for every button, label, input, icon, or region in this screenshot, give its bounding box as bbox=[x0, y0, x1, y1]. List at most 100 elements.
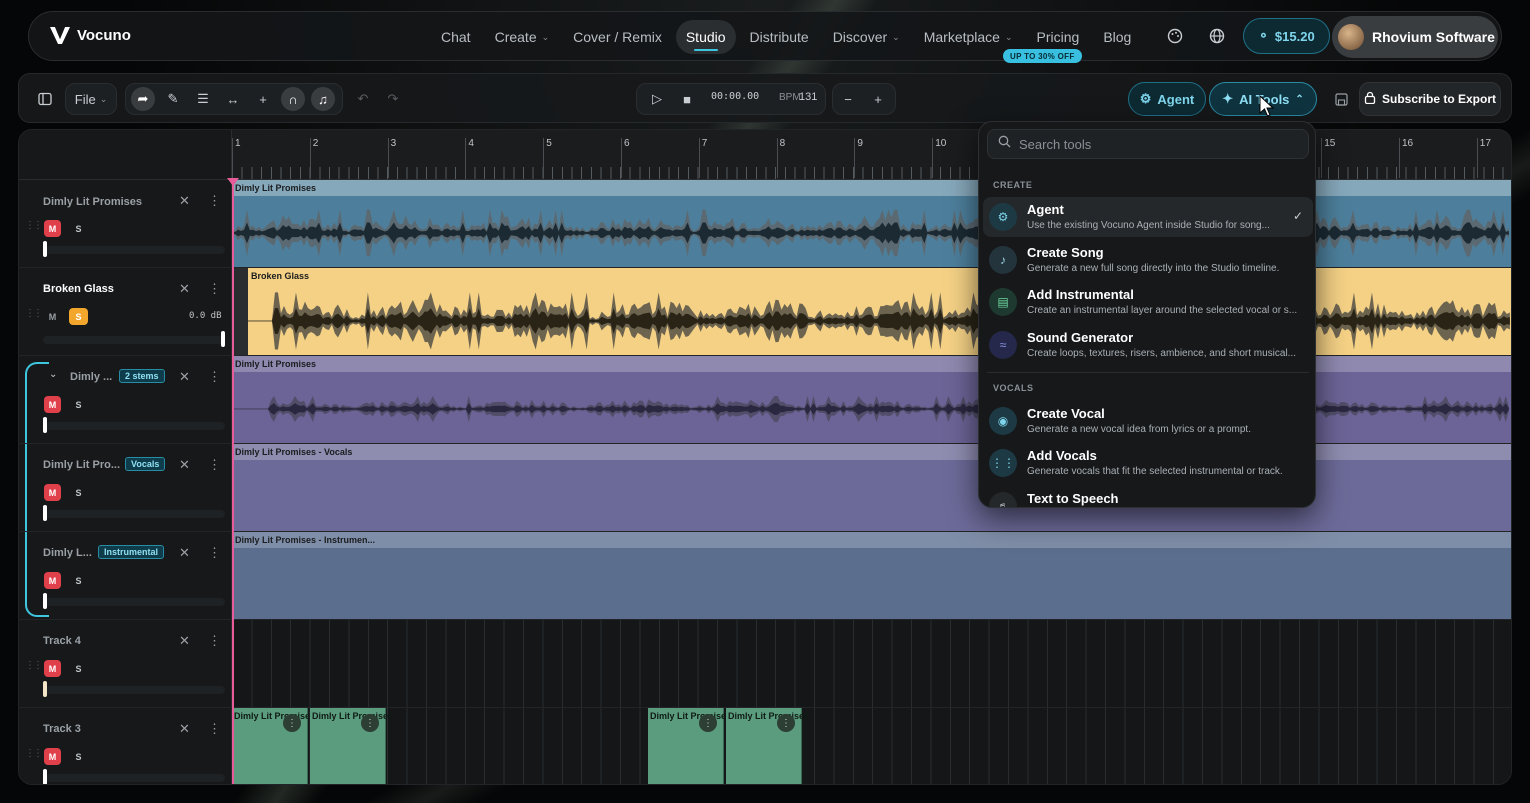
track-header[interactable]: Dimly L... Instrumental ✕ ⋮ M S bbox=[19, 532, 232, 620]
stop-icon[interactable]: ■ bbox=[675, 87, 699, 111]
tool-item-text-to-speech[interactable]: ♬ Text to Speech bbox=[983, 486, 1313, 507]
track3-lane[interactable]: Dimly Lit Promises ⋮ Dimly Lit Promises ⋮ … bbox=[232, 708, 1511, 784]
solo-button[interactable]: S bbox=[69, 748, 88, 765]
track-name[interactable]: Dimly ... bbox=[70, 371, 112, 383]
audio-clip[interactable]: Dimly Lit Promises - Vocals bbox=[232, 444, 1511, 532]
audio-clip[interactable]: Broken Glass bbox=[232, 268, 1511, 356]
mini-clip[interactable]: Dimly Lit Promises ⋮ bbox=[726, 708, 809, 784]
more-menu-icon[interactable]: ⋮ bbox=[361, 714, 379, 732]
playhead[interactable] bbox=[232, 180, 234, 784]
tool-item-sound-generator[interactable]: ≈ Sound Generator Create loops, textures… bbox=[983, 325, 1313, 365]
slider-knob[interactable] bbox=[43, 681, 47, 697]
more-menu-icon[interactable]: ⋮ bbox=[283, 714, 301, 732]
tool-item-create-vocal[interactable]: ◉ Create Vocal Generate a new vocal idea… bbox=[983, 401, 1313, 441]
audio-clip[interactable]: Dimly Lit Promises bbox=[232, 180, 1511, 268]
search-input[interactable] bbox=[1019, 136, 1299, 152]
zoom-out-icon[interactable]: − bbox=[836, 87, 860, 111]
brand-logo[interactable]: Vocuno bbox=[49, 25, 131, 45]
nav-discover[interactable]: Discover ⌄ bbox=[823, 20, 910, 54]
mini-clip[interactable]: Dimly Lit Promises ⋮ bbox=[648, 708, 731, 784]
volume-slider[interactable] bbox=[43, 505, 225, 521]
mute-button[interactable]: M bbox=[44, 484, 61, 501]
mini-clip[interactable]: Dimly Lit Promises ⋮ bbox=[310, 708, 393, 784]
track-name[interactable]: Track 4 bbox=[43, 635, 81, 647]
drag-handle-icon[interactable]: ⋮⋮ bbox=[25, 308, 43, 319]
globe-icon[interactable] bbox=[1206, 25, 1228, 47]
file-menu-button[interactable]: File ⌄ bbox=[69, 86, 113, 112]
nav-blog[interactable]: Blog bbox=[1093, 20, 1141, 54]
palette-icon[interactable] bbox=[1164, 25, 1186, 47]
mute-button[interactable]: M bbox=[44, 748, 61, 765]
volume-slider[interactable] bbox=[43, 769, 225, 784]
more-menu-icon[interactable]: ⋮ bbox=[699, 714, 717, 732]
slider-knob[interactable] bbox=[221, 331, 225, 347]
more-menu-icon[interactable]: ⋮ bbox=[208, 457, 221, 473]
solo-button[interactable]: S bbox=[69, 308, 88, 325]
track-name[interactable]: Broken Glass bbox=[43, 283, 114, 295]
more-menu-icon[interactable]: ⋮ bbox=[777, 714, 795, 732]
solo-button[interactable]: S bbox=[69, 572, 88, 589]
zoom-in-icon[interactable]: + bbox=[866, 87, 890, 111]
slider-knob[interactable] bbox=[43, 417, 47, 433]
volume-slider[interactable] bbox=[43, 593, 225, 609]
add-tool-icon[interactable]: + bbox=[251, 87, 275, 111]
timeline-ruler[interactable]: 1234567891011121314151617 bbox=[232, 130, 1511, 180]
drag-handle-icon[interactable]: ⋮⋮ bbox=[25, 660, 43, 671]
drag-handle-icon[interactable]: ⋮⋮ bbox=[25, 748, 43, 759]
nav-studio[interactable]: Studio bbox=[675, 20, 736, 54]
nav-cover-remix[interactable]: Cover / Remix bbox=[563, 20, 672, 54]
volume-slider[interactable] bbox=[43, 681, 225, 697]
drag-handle-icon[interactable]: ⋮⋮ bbox=[25, 220, 43, 231]
audio-clip[interactable]: Dimly Lit Promises bbox=[232, 356, 1511, 444]
nav-distribute[interactable]: Distribute bbox=[740, 20, 819, 54]
tool-item-create-song[interactable]: ♪ Create Song Generate a new full song d… bbox=[983, 240, 1313, 280]
mute-button[interactable]: M bbox=[44, 220, 61, 237]
mixer-tool-icon[interactable]: ☰ bbox=[191, 87, 215, 111]
playhead-marker[interactable] bbox=[227, 178, 239, 186]
tool-item-add-vocals[interactable]: ⋮⋮ Add Vocals Generate vocals that fit t… bbox=[983, 443, 1313, 483]
undo-icon[interactable]: ↶ bbox=[351, 87, 375, 111]
mute-button[interactable]: M bbox=[44, 396, 61, 413]
more-menu-icon[interactable]: ⋮ bbox=[208, 721, 221, 737]
mute-button[interactable]: M bbox=[44, 308, 61, 325]
chevron-down-icon[interactable]: ⌄ bbox=[49, 369, 57, 380]
empty-lane[interactable] bbox=[232, 620, 1511, 708]
search-box[interactable] bbox=[987, 129, 1309, 159]
more-menu-icon[interactable]: ⋮ bbox=[208, 193, 221, 209]
close-icon[interactable]: ✕ bbox=[179, 369, 190, 385]
volume-slider[interactable] bbox=[43, 331, 225, 347]
solo-button[interactable]: S bbox=[69, 396, 88, 413]
solo-button[interactable]: S bbox=[69, 660, 88, 677]
redo-icon[interactable]: ↷ bbox=[381, 87, 405, 111]
mute-button[interactable]: M bbox=[44, 572, 61, 589]
audio-clip[interactable]: Dimly Lit Promises - Instrumen... bbox=[232, 532, 1511, 620]
more-menu-icon[interactable]: ⋮ bbox=[208, 633, 221, 649]
more-menu-icon[interactable]: ⋮ bbox=[208, 545, 221, 561]
play-icon[interactable]: ▷ bbox=[645, 87, 669, 111]
mute-button[interactable]: M bbox=[44, 660, 61, 677]
save-icon[interactable] bbox=[1326, 84, 1356, 114]
metronome-icon[interactable]: ♫ bbox=[311, 87, 335, 111]
solo-button[interactable]: S bbox=[69, 484, 88, 501]
close-icon[interactable]: ✕ bbox=[179, 545, 190, 561]
volume-slider[interactable] bbox=[43, 241, 225, 257]
close-icon[interactable]: ✕ bbox=[179, 721, 190, 737]
sidebar-toggle-icon[interactable] bbox=[33, 86, 57, 112]
track-name[interactable]: Dimly Lit Promises bbox=[43, 196, 142, 208]
nav-chat[interactable]: Chat bbox=[431, 20, 481, 54]
slider-knob[interactable] bbox=[43, 593, 47, 609]
magnet-snap-icon[interactable]: ∩ bbox=[281, 87, 305, 111]
pointer-tool-icon[interactable]: ➦ bbox=[131, 87, 155, 111]
track-name[interactable]: Track 3 bbox=[43, 723, 81, 735]
subscribe-export-button[interactable]: Subscribe to Export bbox=[1359, 82, 1501, 116]
tool-item-add-instrumental[interactable]: ▤ Add Instrumental Create an instrumenta… bbox=[983, 282, 1313, 322]
stretch-tool-icon[interactable]: ↔ bbox=[221, 87, 245, 111]
nav-create[interactable]: Create ⌄ bbox=[485, 20, 560, 54]
mini-clip[interactable]: Dimly Lit Promises ⋮ bbox=[232, 708, 315, 784]
slider-knob[interactable] bbox=[43, 241, 47, 257]
track-name[interactable]: Dimly L... bbox=[43, 547, 92, 559]
track-header[interactable]: ⋮⋮ Dimly Lit Promises ✕ ⋮ M S bbox=[19, 180, 232, 268]
close-icon[interactable]: ✕ bbox=[179, 193, 190, 209]
track-header[interactable]: ⋮⋮ Track 4 ✕ ⋮ M S bbox=[19, 620, 232, 708]
tool-item-agent[interactable]: ⚙ Agent Use the existing Vocuno Agent in… bbox=[983, 197, 1313, 237]
